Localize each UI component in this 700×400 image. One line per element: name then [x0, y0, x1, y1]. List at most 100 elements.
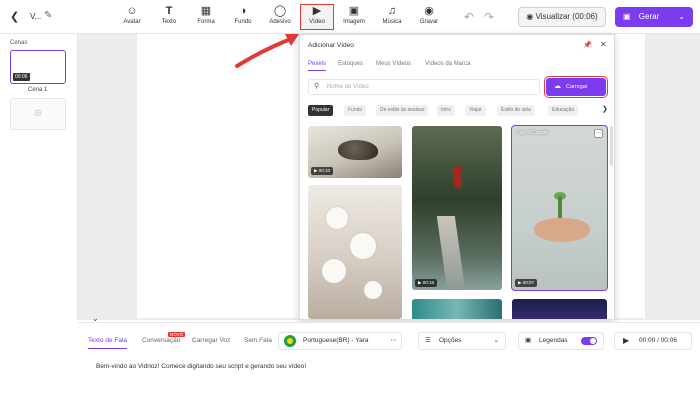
script-textarea[interactable]: Bem-vindo ao Vidnoz! Comece digitando se…: [96, 363, 306, 370]
video-duration-value: 00:10: [318, 168, 330, 173]
options-dropdown[interactable]: ☰ Opções ⌄: [418, 332, 506, 350]
road-image: [436, 216, 466, 290]
search-icon: ⚲: [314, 83, 320, 90]
video-search-input[interactable]: ⚲ Nome do Vídeo: [308, 79, 540, 95]
tool-text-label: Texto: [161, 19, 177, 25]
play-control[interactable]: ▶ 00:00 / 00:06: [614, 332, 692, 350]
scenes-label: Cenas: [10, 40, 28, 46]
tab-carregar-voz[interactable]: Carregar Voz: [192, 337, 230, 344]
tool-image-label: Imagem: [343, 19, 365, 25]
voice-name: Portuguese(BR) - Yara: [303, 337, 369, 344]
video-duration: ▶ 00:10: [311, 167, 333, 175]
generate-button[interactable]: ▣ Gerar ⌄: [615, 7, 693, 27]
tool-video-label: Vídeo: [309, 19, 325, 25]
generate-label: Gerar: [638, 12, 660, 21]
tool-shape-label: Forma: [197, 19, 215, 25]
chip-estilo-vida[interactable]: Estilo de vida: [497, 105, 535, 116]
chevron-down-icon: ⌄: [493, 337, 499, 344]
voice-selector[interactable]: Portuguese(BR) - Yara ⋯: [278, 332, 402, 350]
tool-record-label: Gravar: [419, 19, 439, 25]
tab-meus-videos[interactable]: Meus Vídeos: [376, 61, 411, 67]
tool-sticker-label: Adesivo: [269, 19, 291, 25]
video-thumbnail[interactable]: Cup of Couple ⋯ ▶ 00:07: [511, 125, 608, 291]
upload-label: Carregar: [566, 84, 588, 90]
tool-music-button[interactable]: ♫ Música: [376, 5, 408, 29]
panel-title: Adicionar Vídeo: [308, 42, 354, 49]
add-scene-button[interactable]: ⊕: [10, 98, 66, 130]
video-thumbnail[interactable]: ▶ 00:10: [308, 126, 402, 178]
pin-icon[interactable]: 📌: [583, 41, 592, 49]
more-options-icon[interactable]: ⋯: [594, 129, 603, 138]
captions-switch[interactable]: [581, 337, 597, 345]
chip-educacao[interactable]: Educação: [548, 105, 579, 116]
scene-name: Cena 1: [28, 87, 48, 93]
sprout-image: [558, 196, 562, 220]
options-label: Opções: [439, 337, 462, 344]
more-icon[interactable]: ⋯: [391, 333, 398, 349]
tool-image-button[interactable]: ▣ Imagem: [338, 5, 370, 29]
background-icon: ◑: [239, 5, 247, 17]
tool-record-button[interactable]: ◉ Gravar: [413, 5, 445, 29]
video-thumbnail[interactable]: [412, 299, 502, 319]
video-caption: Cup of Couple: [516, 130, 548, 136]
tool-sticker-button[interactable]: ◯ Adesivo: [264, 5, 296, 29]
scrollbar[interactable]: [610, 126, 613, 166]
tool-avatar-button[interactable]: ☺ Avatar: [116, 5, 148, 29]
back-chevron-icon[interactable]: ❮: [10, 11, 22, 23]
video-duration: ▶ 00:16: [415, 279, 437, 287]
video-thumbnail[interactable]: [308, 185, 402, 319]
shapes-icon: ▦: [200, 5, 212, 17]
undo-icon[interactable]: ↶: [464, 10, 474, 24]
upload-button[interactable]: ☁ Carregar: [544, 76, 608, 98]
redo-icon[interactable]: ↷: [484, 10, 494, 24]
video-icon: ▶: [312, 5, 322, 17]
tool-shape-button[interactable]: ▦ Forma: [190, 5, 222, 29]
cloud-upload-icon: ☁: [554, 83, 561, 90]
tool-background-label: Fundo: [234, 19, 252, 25]
tab-pexels[interactable]: Pexels: [308, 61, 327, 71]
chip-popular[interactable]: Popular: [308, 105, 334, 116]
brazil-flag-icon: [284, 335, 296, 347]
chip-viajar[interactable]: Viajar: [465, 105, 486, 116]
close-icon[interactable]: ✕: [600, 40, 607, 49]
tab-estoques[interactable]: Estoques: [338, 61, 363, 67]
record-icon: ◉: [424, 5, 434, 17]
chip-fundo[interactable]: Fundo: [344, 105, 367, 116]
project-title[interactable]: V...: [30, 12, 41, 21]
tool-background-button[interactable]: ◑ Fundo: [227, 5, 259, 29]
scenes-sidebar: Cenas 00:06 Cena 1 ⊕: [0, 34, 78, 320]
add-video-panel: Adicionar Vídeo 📌 ✕ Pexels Estoques Meus…: [299, 34, 615, 320]
video-thumbnail[interactable]: ▶ 00:16: [412, 126, 502, 290]
scene-thumbnail[interactable]: 00:06: [10, 50, 66, 84]
generate-icon: ▣: [623, 12, 631, 21]
search-placeholder: Nome do Vídeo: [327, 84, 369, 90]
play-icon[interactable]: ▶: [623, 333, 629, 349]
visualize-button[interactable]: ◉ Visualizar (00:06): [518, 7, 606, 27]
video-duration-value: 00:07: [522, 280, 534, 285]
scene-duration: 00:06: [13, 73, 30, 81]
video-duration-value: 00:16: [422, 280, 434, 285]
new-badge: NOVO: [168, 332, 186, 337]
tool-video-button[interactable]: ▶ Vídeo: [300, 4, 334, 30]
blossom-image: [322, 259, 346, 283]
tool-text-button[interactable]: T Texto: [153, 5, 185, 29]
chip-estilo-avulsas[interactable]: De estilo às avulsas: [376, 105, 429, 116]
speech-panel: Texto de Fala Conversação NOVO Carregar …: [78, 322, 700, 400]
tab-sem-fala[interactable]: Sem Fala: [244, 337, 272, 344]
tool-music-label: Música: [382, 19, 402, 25]
pencil-icon[interactable]: ✎: [44, 10, 52, 21]
blossom-image: [326, 207, 348, 229]
video-thumbnail[interactable]: [512, 299, 607, 319]
visualize-label: Visualizar (00:06): [535, 12, 598, 21]
avatar-icon: ☺: [126, 5, 138, 17]
person-image: [454, 166, 462, 188]
chip-intro[interactable]: Intro: [437, 105, 456, 116]
chevron-right-icon[interactable]: ❯: [602, 105, 608, 113]
captions-toggle[interactable]: ▣ Legendas: [518, 332, 604, 350]
tab-videos-da-marca[interactable]: Vídeos da Marca: [425, 61, 470, 67]
chevron-down-icon[interactable]: ⌄: [678, 7, 685, 27]
tab-conversacao[interactable]: Conversação: [142, 337, 180, 344]
sticker-icon: ◯: [273, 5, 287, 17]
text-icon: T: [165, 5, 173, 17]
tab-texto-de-fala[interactable]: Texto de Fala: [88, 337, 128, 349]
